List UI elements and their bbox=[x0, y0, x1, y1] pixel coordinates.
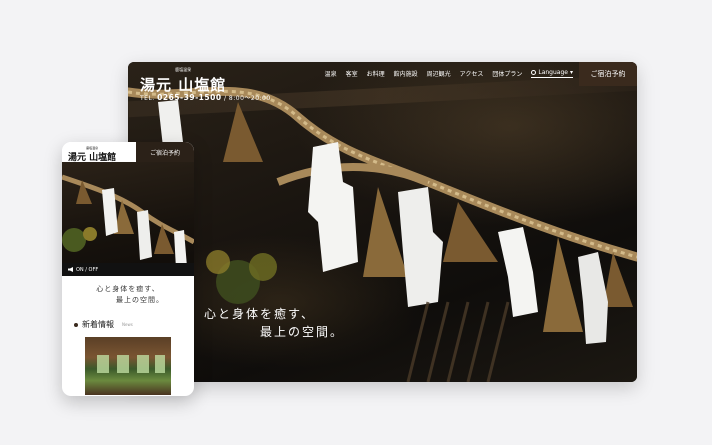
tel-number: 0265-39-1500 bbox=[157, 93, 222, 102]
news-title: 新着情報 bbox=[82, 320, 114, 329]
nav-item-facilities[interactable]: 館内施設 bbox=[394, 69, 418, 78]
mobile-catchcopy: 心と身体を癒す、 最上の空間。 bbox=[62, 284, 194, 306]
logo-title: 湯元 山塩館 bbox=[140, 76, 227, 94]
booking-button[interactable]: ご宿泊予約 bbox=[579, 62, 637, 86]
nav-item-cuisine[interactable]: お料理 bbox=[367, 69, 385, 78]
nav-item-rooms[interactable]: 客室 bbox=[346, 69, 358, 78]
news-subtitle: News bbox=[122, 322, 133, 327]
site-header: 鹿塩温泉 湯元 山塩館 温泉 客室 お料理 館内施設 周辺観光 アクセス 団体プ… bbox=[128, 62, 637, 94]
phone-mockup: 鹿塩温泉 湯元 山塩館 ご宿泊予約 ON / OFF 心と身体を癒す、 最上の空… bbox=[62, 142, 194, 396]
sound-toggle[interactable]: ON / OFF bbox=[62, 263, 194, 276]
tel-prefix: TEL. bbox=[140, 95, 155, 102]
mobile-hero-image bbox=[62, 162, 194, 276]
catch-line-1: 心と身体を癒す、 bbox=[204, 307, 316, 321]
catch-line-2: 最上の空間。 bbox=[260, 325, 345, 339]
news-heading: 新着情報 News bbox=[74, 319, 133, 330]
site-logo[interactable]: 鹿塩温泉 湯元 山塩館 bbox=[140, 67, 226, 95]
globe-icon bbox=[531, 70, 537, 75]
bullet-icon bbox=[74, 322, 78, 327]
news-thumbnail[interactable] bbox=[85, 337, 171, 395]
hero-catchcopy: 心と身体を癒す、 最上の空間。 bbox=[204, 305, 344, 341]
mobile-logo-subtitle: 鹿塩温泉 bbox=[86, 146, 99, 150]
global-nav: 温泉 客室 お料理 館内施設 周辺観光 アクセス 団体プラン Language … bbox=[325, 69, 573, 78]
nav-item-access[interactable]: アクセス bbox=[460, 69, 484, 78]
nav-item-onsen[interactable]: 温泉 bbox=[325, 69, 337, 78]
nav-item-group-plan[interactable]: 団体プラン bbox=[492, 69, 522, 78]
desktop-mockup: 鹿塩温泉 湯元 山塩館 温泉 客室 お料理 館内施設 周辺観光 アクセス 団体プ… bbox=[128, 62, 637, 382]
chevron-down-icon: ▾ bbox=[569, 69, 573, 76]
mobile-logo[interactable]: 鹿塩温泉 湯元 山塩館 bbox=[68, 146, 116, 163]
speaker-icon bbox=[68, 267, 73, 272]
mobile-booking-button[interactable]: ご宿泊予約 bbox=[136, 142, 194, 162]
logo-subtitle: 鹿塩温泉 bbox=[175, 67, 192, 72]
nav-item-sightseeing[interactable]: 周辺観光 bbox=[427, 69, 451, 78]
mobile-header: 鹿塩温泉 湯元 山塩館 ご宿泊予約 bbox=[62, 142, 194, 163]
tel-hours: / 8:00〜20:00 bbox=[223, 95, 271, 102]
language-label: Language bbox=[538, 69, 568, 76]
mobile-catch-line-1: 心と身体を癒す、 bbox=[96, 285, 160, 293]
language-selector[interactable]: Language ▾ bbox=[531, 69, 573, 78]
mobile-catch-line-2: 最上の空間。 bbox=[116, 296, 164, 304]
phone-number[interactable]: TEL. 0265-39-1500 / 8:00〜20:00 bbox=[140, 93, 271, 102]
sound-toggle-label: ON / OFF bbox=[76, 266, 99, 273]
